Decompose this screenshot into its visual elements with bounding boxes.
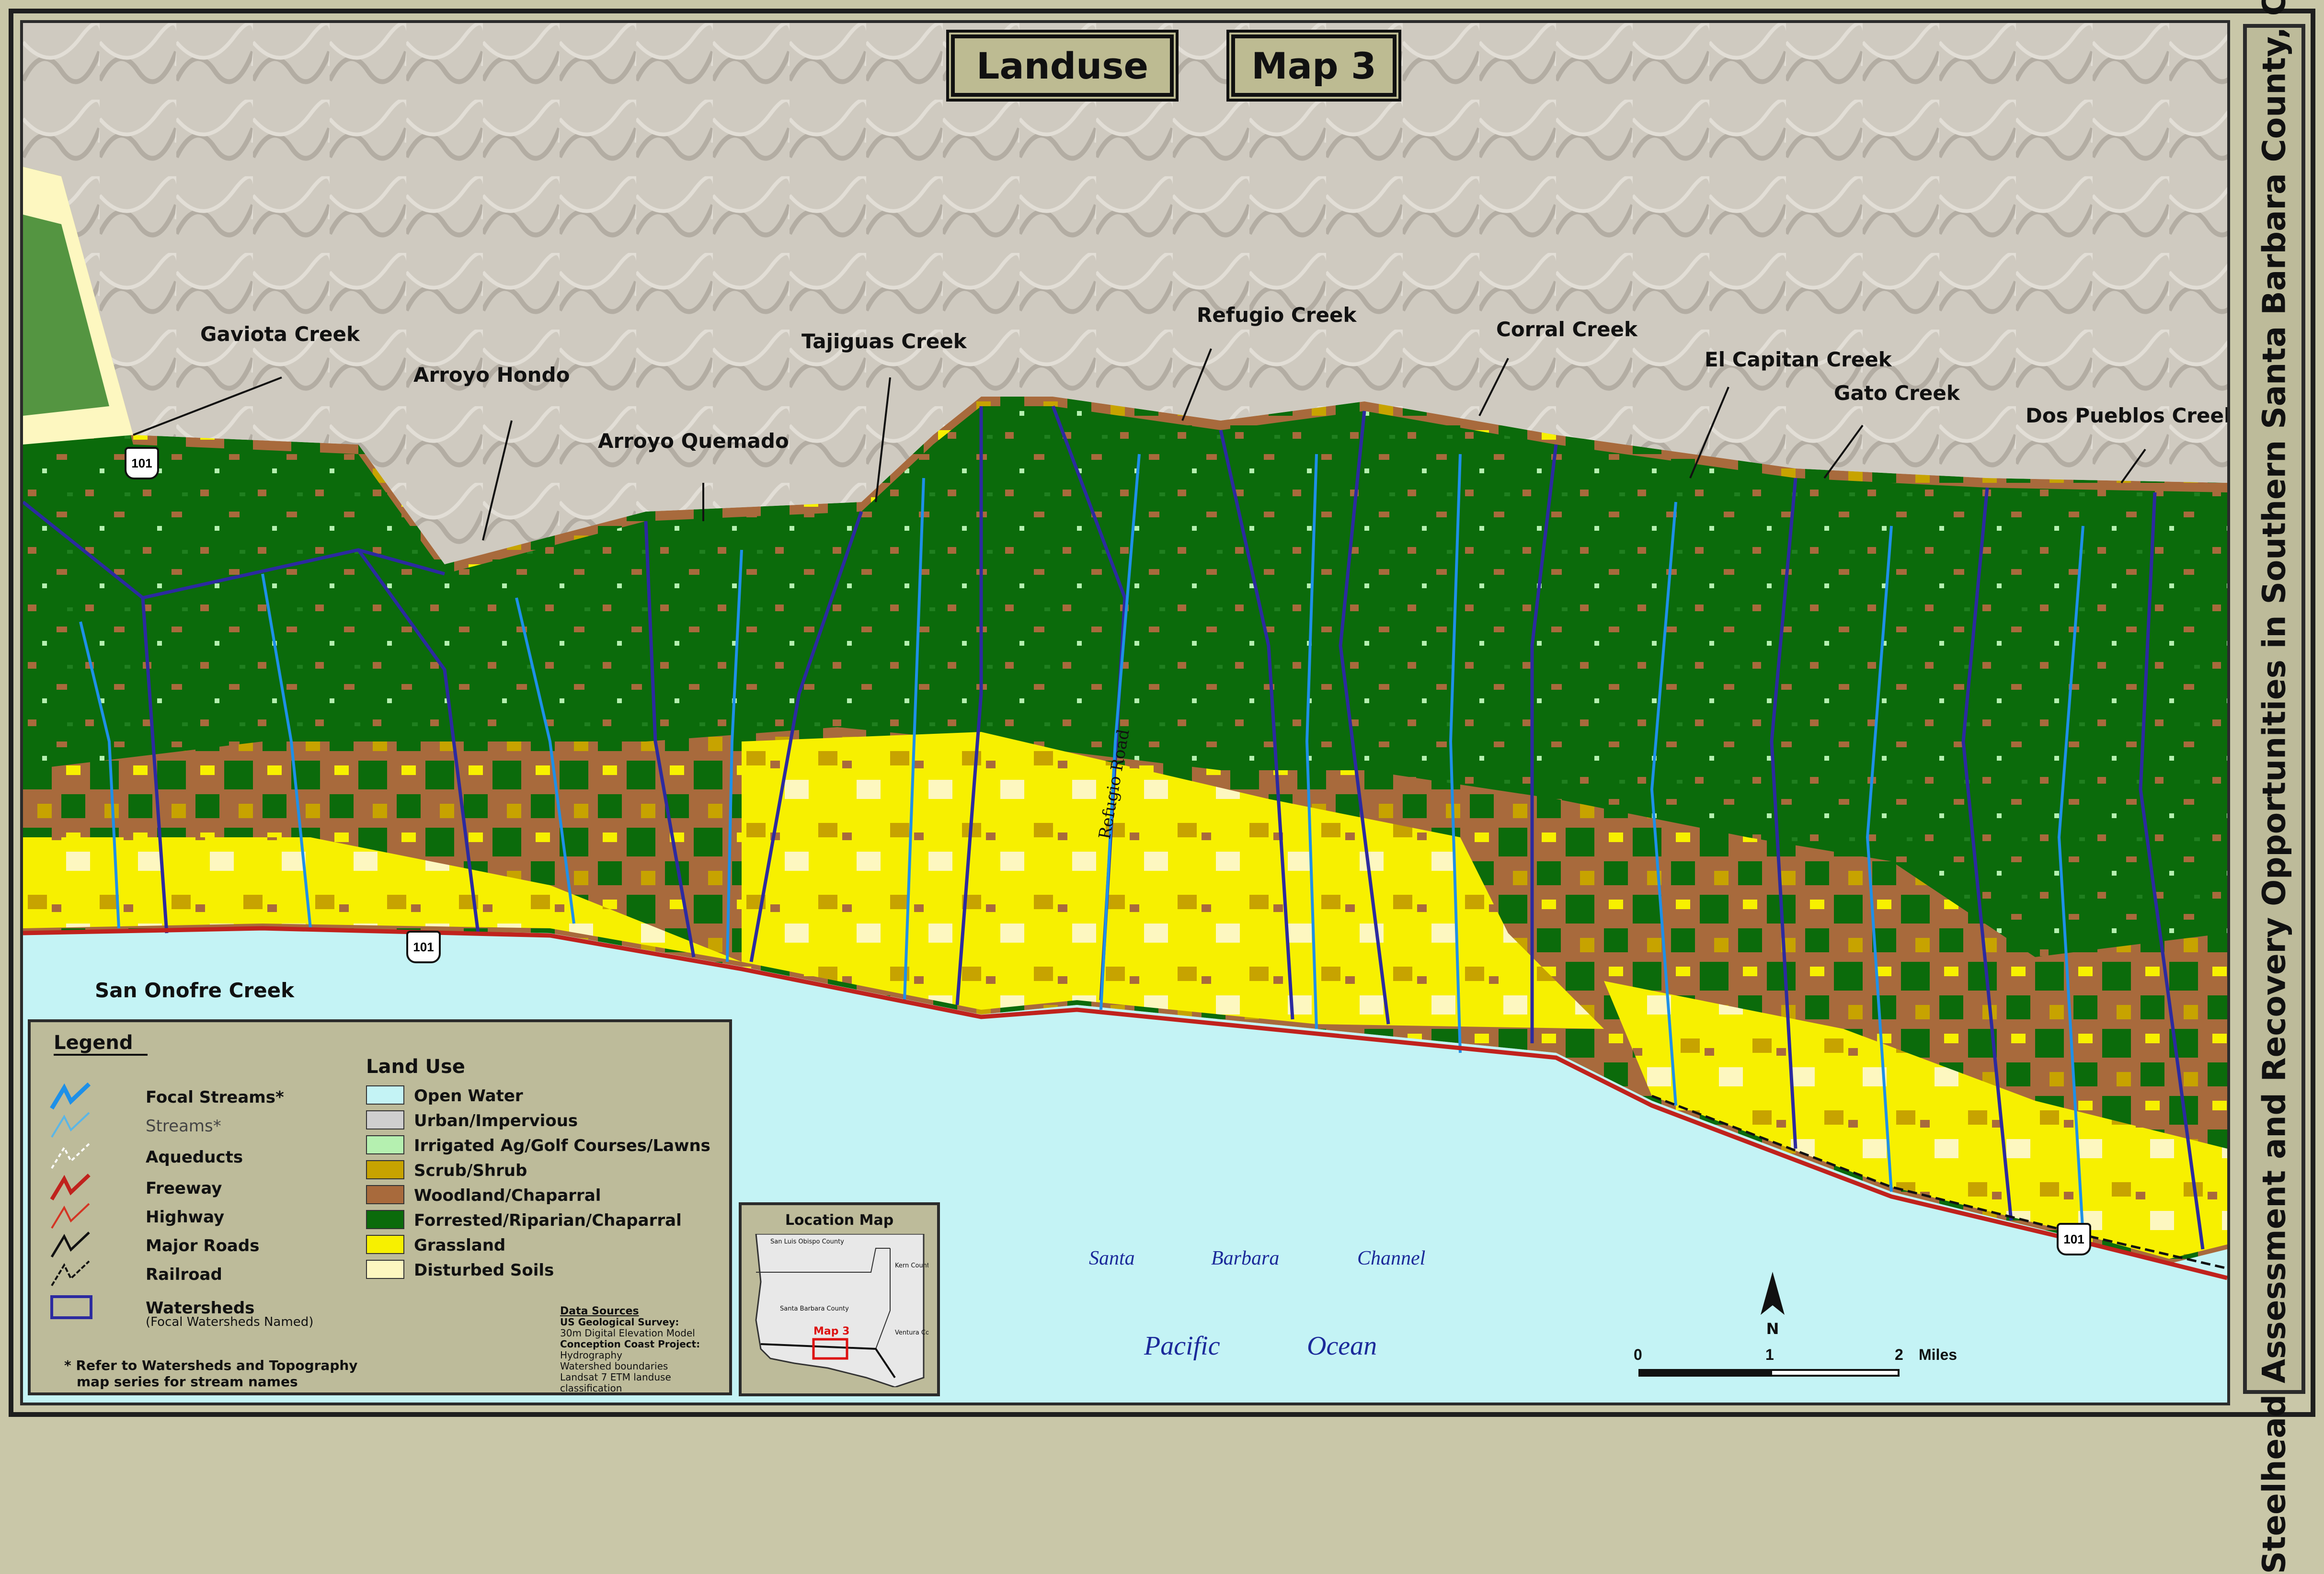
scale-tick-2: 2: [1895, 1346, 1903, 1363]
landuse-disturbed: Disturbed Soils: [366, 1259, 730, 1280]
location-map: Location Map San Luis Obispo County Kern…: [739, 1202, 940, 1396]
location-highlight-label: Map 3: [813, 1325, 849, 1337]
highway-shield-101-west: 101: [125, 447, 159, 479]
location-map-title: Location Map: [785, 1212, 894, 1229]
county-sb: Santa Barbara County: [780, 1305, 849, 1312]
legend-footnote: * Refer to Watersheds and Topography map…: [64, 1357, 358, 1390]
scale-bar: 0 1 2 Miles: [1634, 1346, 1957, 1384]
legend-freeway: Freeway: [50, 1173, 347, 1202]
data-sources: Data Sources US Geological Survey: 30m D…: [560, 1305, 700, 1394]
highway-shield-101-central: 101: [406, 931, 441, 963]
location-map-graphic: San Luis Obispo County Kern County Santa…: [755, 1234, 928, 1387]
watershed-icon: [50, 1295, 92, 1319]
side-title: Steelhead Assessment and Recovery Opport…: [2255, 0, 2293, 1574]
landuse-open-water: Open Water: [366, 1084, 730, 1106]
label-ocean: Ocean: [1307, 1331, 1377, 1361]
label-tajiguas-creek: Tajiguas Creek: [801, 330, 967, 353]
landuse-irrigated: Irrigated Ag/Golf Courses/Lawns: [366, 1134, 730, 1155]
major-road-icon: [50, 1232, 90, 1258]
landuse-scrub: Scrub/Shrub: [366, 1159, 730, 1180]
scale-tick-1: 1: [1765, 1346, 1774, 1363]
svg-text:N: N: [1766, 1320, 1779, 1336]
highway-shield-101-east: 101: [2057, 1223, 2091, 1255]
label-barbara: Barbara: [1211, 1247, 1280, 1269]
legend-aqueducts: Aqueducts: [50, 1142, 347, 1171]
county-slo: San Luis Obispo County: [770, 1238, 844, 1245]
stream-icon: [51, 1112, 90, 1138]
landuse-forested: Forrested/Riparian/Chaparral: [366, 1209, 730, 1230]
label-gaviota-creek: Gaviota Creek: [200, 322, 360, 346]
legend-major-roads: Major Roads: [50, 1231, 347, 1259]
watershed-note: (Focal Watersheds Named): [146, 1315, 314, 1329]
label-dos-pueblos-creek: Dos Pueblos Creek: [2026, 404, 2230, 427]
label-channel: Channel: [1357, 1247, 1426, 1269]
label-refugio-creek: Refugio Creek: [1197, 303, 1357, 327]
focal-stream-icon: [50, 1082, 91, 1110]
landuse-urban: Urban/Impervious: [366, 1109, 730, 1130]
label-el-capitan-creek: El Capitan Creek: [1705, 348, 1892, 371]
label-pacific: Pacific: [1144, 1331, 1220, 1361]
legend-watersheds: Watersheds (Focal Watersheds Named): [50, 1293, 347, 1331]
side-title-panel: Steelhead Assessment and Recovery Opport…: [2243, 0, 2305, 1574]
landuse-woodland: Woodland/Chaparral: [366, 1184, 730, 1205]
freeway-icon: [50, 1174, 91, 1201]
landuse-grassland: Grassland: [366, 1234, 730, 1255]
scale-unit: Miles: [1919, 1346, 1958, 1363]
highway-icon: [51, 1203, 90, 1229]
railroad-icon: [51, 1260, 90, 1287]
label-santa: Santa: [1089, 1247, 1135, 1269]
legend-highway: Highway: [50, 1202, 347, 1231]
label-corral-creek: Corral Creek: [1496, 318, 1637, 341]
label-gato-creek: Gato Creek: [1834, 381, 1960, 405]
legend-railroad: Railroad: [50, 1259, 347, 1288]
aqueduct-icon: [51, 1143, 90, 1169]
county-kern: Kern County: [895, 1262, 928, 1269]
legend: Legend Focal Streams* Streams* Aqueducts…: [28, 1019, 732, 1395]
legend-focal-streams: Focal Streams*: [50, 1082, 347, 1111]
label-arroyo-quemado: Arroyo Quemado: [598, 429, 789, 453]
label-arroyo-hondo: Arroyo Hondo: [413, 363, 570, 387]
landuse-title: Land Use: [366, 1056, 465, 1078]
north-arrow-icon: N: [1761, 1272, 1785, 1336]
scale-tick-0: 0: [1634, 1346, 1642, 1363]
map-number: Map 3: [1229, 33, 1398, 99]
legend-streams: Streams*: [50, 1111, 347, 1140]
label-san-onofre-creek: San Onofre Creek: [95, 979, 295, 1002]
legend-title: Legend: [54, 1032, 148, 1056]
map-title: Landuse: [949, 33, 1176, 99]
county-ventura: Ventura County: [895, 1329, 928, 1336]
